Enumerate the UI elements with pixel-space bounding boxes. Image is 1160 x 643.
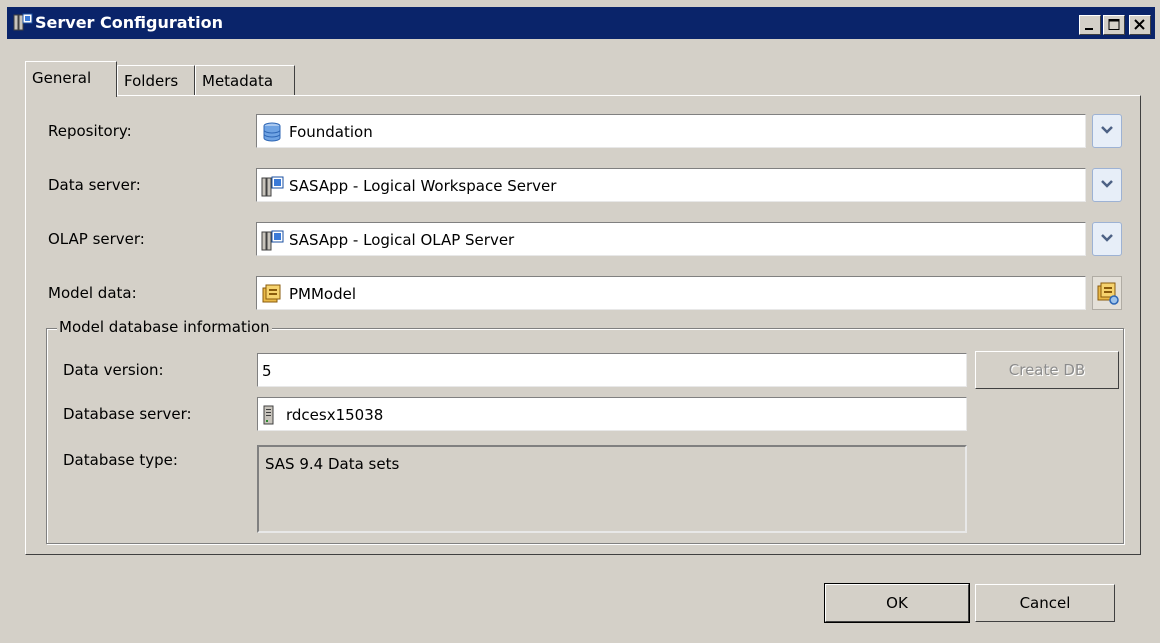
tab-metadata[interactable]: Metadata [195, 65, 295, 95]
close-button[interactable] [1129, 15, 1151, 35]
repository-label: Repository: [48, 122, 132, 140]
database-server-input[interactable]: rdcesx15038 [257, 397, 967, 431]
data-version-label: Data version: [63, 361, 164, 379]
olap-server-dropdown-button[interactable] [1092, 222, 1122, 256]
database-icon [261, 122, 283, 146]
minimize-icon [1085, 28, 1093, 30]
title-bar[interactable]: Server Configuration [7, 7, 1155, 39]
data-server-dropdown-button[interactable] [1092, 168, 1122, 202]
maximize-icon [1108, 19, 1120, 30]
general-tab-panel: Repository: Foundation Data server: SASA… [25, 95, 1141, 555]
tab-general-label: General [32, 69, 92, 87]
model-data-label: Model data: [48, 284, 137, 302]
window-title: Server Configuration [35, 13, 224, 32]
ok-button[interactable]: OK [824, 583, 970, 623]
database-type-display: SAS 9.4 Data sets [257, 445, 967, 533]
group-legend: Model database information [57, 318, 272, 336]
cancel-button[interactable]: Cancel [975, 584, 1115, 622]
repository-combo[interactable]: Foundation [256, 114, 1086, 148]
database-server-value: rdcesx15038 [286, 406, 384, 424]
tab-folders-label: Folders [124, 72, 179, 90]
close-icon [1134, 19, 1145, 30]
chevron-down-icon [1101, 126, 1113, 134]
tab-metadata-label: Metadata [202, 72, 274, 90]
server-config-icon [13, 13, 33, 33]
olap-server-label: OLAP server: [48, 230, 145, 248]
data-server-value: SASApp - Logical Workspace Server [289, 177, 557, 195]
chevron-down-icon [1101, 234, 1113, 242]
model-data-value: PMModel [289, 285, 357, 303]
data-server-combo[interactable]: SASApp - Logical Workspace Server [256, 168, 1086, 202]
data-version-input[interactable]: 5 [257, 353, 967, 387]
browse-model-icon [1097, 282, 1119, 305]
model-icon [261, 284, 283, 308]
chevron-down-icon [1101, 180, 1113, 188]
minimize-button[interactable] [1079, 15, 1101, 35]
data-server-label: Data server: [48, 176, 141, 194]
tab-folders[interactable]: Folders [117, 65, 195, 95]
model-database-information-group: Model database information Data version:… [46, 318, 1124, 544]
olap-server-value: SASApp - Logical OLAP Server [289, 231, 515, 249]
maximize-button[interactable] [1103, 15, 1125, 35]
server-tower-icon [262, 405, 278, 429]
tab-general[interactable]: General [25, 61, 117, 97]
model-data-field[interactable]: PMModel [256, 276, 1086, 310]
olap-server-combo[interactable]: SASApp - Logical OLAP Server [256, 222, 1086, 256]
database-type-label: Database type: [63, 451, 178, 469]
database-server-label: Database server: [63, 405, 192, 423]
database-type-value: SAS 9.4 Data sets [265, 455, 400, 473]
model-data-browse-button[interactable] [1092, 276, 1122, 310]
create-db-button[interactable]: Create DB [975, 351, 1119, 389]
server-configuration-window: Server Configuration General Folders Met… [0, 0, 1160, 643]
repository-value: Foundation [289, 123, 373, 141]
data-version-value: 5 [262, 362, 272, 380]
repository-dropdown-button[interactable] [1092, 114, 1122, 148]
